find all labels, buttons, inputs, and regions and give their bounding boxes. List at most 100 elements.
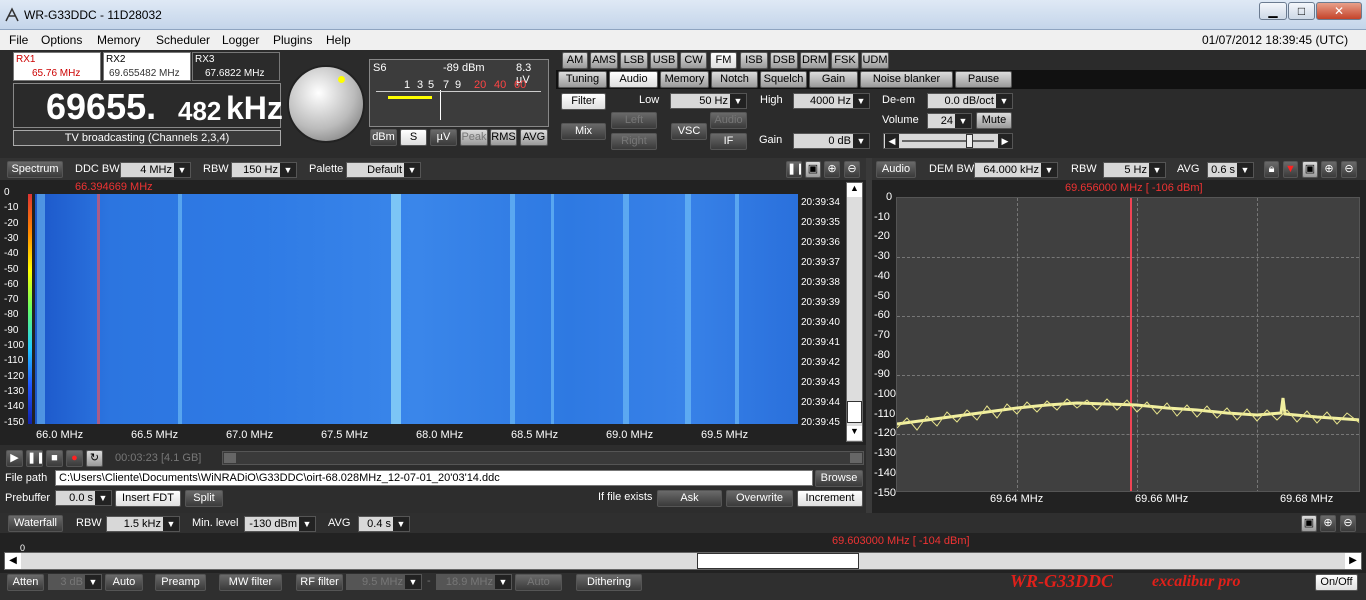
volume-slider[interactable]: ◀ ▶: [883, 133, 1013, 149]
menu-logger[interactable]: Logger: [222, 33, 259, 47]
bottom-rbw-dropdown[interactable]: 1.5 kHz ▼: [106, 516, 180, 532]
pause-icon[interactable]: ❚❚: [786, 161, 802, 178]
mode-ams[interactable]: AMS: [590, 52, 618, 69]
play-icon[interactable]: ▶: [6, 450, 23, 467]
minimize-button[interactable]: ▁: [1259, 2, 1287, 20]
scroll-thumb[interactable]: [697, 553, 859, 569]
tab-notch[interactable]: Notch: [711, 71, 758, 88]
tab-noise-blanker[interactable]: Noise blanker: [860, 71, 953, 88]
audio-rbw-dropdown[interactable]: 5 Hz ▼: [1103, 162, 1166, 178]
menu-options[interactable]: Options: [41, 33, 82, 47]
waterfall-scrollbar[interactable]: ▲ ▼: [846, 182, 863, 442]
insert-fdt-button[interactable]: Insert FDT: [115, 490, 181, 507]
mode-dsb[interactable]: DSB: [770, 52, 798, 69]
mode-cw[interactable]: CW: [680, 52, 707, 69]
save-icon[interactable]: ▣: [1301, 515, 1317, 532]
avg-button[interactable]: AVG: [520, 129, 548, 146]
marker-icon[interactable]: ▼: [1283, 161, 1298, 178]
playback-slider[interactable]: [222, 451, 864, 465]
scroll-left-icon[interactable]: ◀: [5, 553, 21, 569]
zoom-out-icon[interactable]: ⊖: [1340, 515, 1356, 532]
peak-button[interactable]: Peak: [460, 129, 488, 146]
vsc-button[interactable]: VSC: [671, 123, 707, 140]
menu-scheduler[interactable]: Scheduler: [156, 33, 210, 47]
audio-spectrum-plot[interactable]: [896, 197, 1360, 492]
rf-auto-button[interactable]: Auto: [515, 574, 562, 591]
lock-icon[interactable]: 🔒︎: [1264, 161, 1279, 178]
split-button[interactable]: Split: [185, 490, 223, 507]
zoom-out-icon[interactable]: ⊖: [844, 161, 860, 178]
audio-spectrum-button[interactable]: Audio: [876, 161, 916, 178]
rf-filter-button[interactable]: RF filter: [296, 574, 343, 591]
filter-button[interactable]: Filter: [561, 93, 606, 110]
close-button[interactable]: ✕: [1316, 2, 1362, 20]
tuning-knob[interactable]: [287, 65, 365, 143]
scroll-right-icon[interactable]: ▶: [1345, 553, 1361, 569]
mode-isb[interactable]: ISB: [740, 52, 768, 69]
dithering-button[interactable]: Dithering: [576, 574, 642, 591]
atten-button[interactable]: Atten: [7, 574, 44, 591]
bottom-avg-dropdown[interactable]: 0.4 s ▼: [358, 516, 410, 532]
increment-button[interactable]: Increment: [797, 490, 863, 507]
slider-left-icon[interactable]: ◀: [885, 134, 899, 148]
rms-button[interactable]: RMS: [490, 129, 517, 146]
slider-right-icon[interactable]: [850, 453, 862, 463]
palette-dropdown[interactable]: Default ▼: [346, 162, 421, 178]
mode-drm[interactable]: DRM: [800, 52, 829, 69]
frequency-scrollbar[interactable]: ◀ ▶: [4, 552, 1362, 570]
slider-left-icon[interactable]: [224, 453, 236, 463]
left-button[interactable]: Left: [611, 112, 657, 129]
waterfall-display[interactable]: [35, 194, 798, 424]
menu-plugins[interactable]: Plugins: [273, 33, 312, 47]
mode-lsb[interactable]: LSB: [620, 52, 648, 69]
rx2-tab[interactable]: RX2 69.655482 MHz: [103, 52, 191, 81]
dem-bw-dropdown[interactable]: 64.000 kHz ▼: [974, 162, 1058, 178]
prebuffer-dropdown[interactable]: 0.0 s ▼: [55, 490, 112, 506]
slider-thumb[interactable]: [966, 134, 973, 148]
frequency-display[interactable]: 69655. 482 kHz: [13, 83, 283, 128]
gain-dropdown[interactable]: 0 dB ▼: [793, 133, 870, 149]
ddc-bw-dropdown[interactable]: 4 MHz ▼: [120, 162, 191, 178]
loop-icon[interactable]: ↻: [86, 450, 103, 467]
scroll-down-icon[interactable]: ▼: [847, 426, 862, 440]
zoom-out-icon[interactable]: ⊖: [1341, 161, 1357, 178]
rf-low-dropdown[interactable]: 9.5 MHz ▼: [346, 574, 422, 590]
zoom-in-icon[interactable]: ⊕: [1320, 515, 1336, 532]
file-path-input[interactable]: C:\Users\Cliente\Documents\WiNRADiO\G33D…: [55, 470, 813, 486]
mode-am[interactable]: AM: [562, 52, 588, 69]
mode-udm[interactable]: UDM: [861, 52, 889, 69]
rx3-tab[interactable]: RX3 67.6822 MHz: [192, 52, 280, 81]
preamp-button[interactable]: Preamp: [155, 574, 206, 591]
on-off-button[interactable]: On/Off: [1315, 574, 1358, 591]
zoom-in-icon[interactable]: ⊕: [1321, 161, 1337, 178]
menu-memory[interactable]: Memory: [97, 33, 140, 47]
audio-avg-dropdown[interactable]: 0.6 s ▼: [1207, 162, 1254, 178]
maximize-button[interactable]: □: [1288, 2, 1315, 20]
uv-button[interactable]: µV: [430, 129, 457, 146]
pause-icon[interactable]: ❚❚: [26, 450, 43, 467]
mix-button[interactable]: Mix: [561, 123, 606, 140]
ask-button[interactable]: Ask: [657, 490, 722, 507]
tab-memory[interactable]: Memory: [660, 71, 709, 88]
spectrum-button[interactable]: Spectrum: [7, 161, 63, 178]
mode-usb[interactable]: USB: [650, 52, 678, 69]
deem-dropdown[interactable]: 0.0 dB/oct ▼: [927, 93, 1013, 109]
s-button[interactable]: S: [400, 129, 427, 146]
rf-high-dropdown[interactable]: 18.9 MHz ▼: [436, 574, 512, 590]
save-icon[interactable]: ▣: [1302, 161, 1318, 178]
rbw-dropdown[interactable]: 150 Hz ▼: [231, 162, 297, 178]
mode-fsk[interactable]: FSK: [831, 52, 859, 69]
if-source-button[interactable]: IF: [710, 133, 747, 150]
record-icon[interactable]: ●: [66, 450, 83, 467]
menu-help[interactable]: Help: [326, 33, 351, 47]
save-icon[interactable]: ▣: [805, 161, 821, 178]
waterfall-button[interactable]: Waterfall: [8, 515, 63, 532]
scroll-thumb[interactable]: [847, 401, 862, 423]
atten-dropdown[interactable]: 3 dB ▼: [48, 574, 102, 590]
mute-button[interactable]: Mute: [976, 112, 1012, 129]
dbm-button[interactable]: dBm: [370, 129, 397, 146]
rx1-tab[interactable]: RX1 65.76 MHz: [13, 52, 101, 81]
tab-audio[interactable]: Audio: [609, 71, 658, 88]
browse-button[interactable]: Browse: [815, 470, 863, 487]
tab-pause[interactable]: Pause: [955, 71, 1012, 88]
